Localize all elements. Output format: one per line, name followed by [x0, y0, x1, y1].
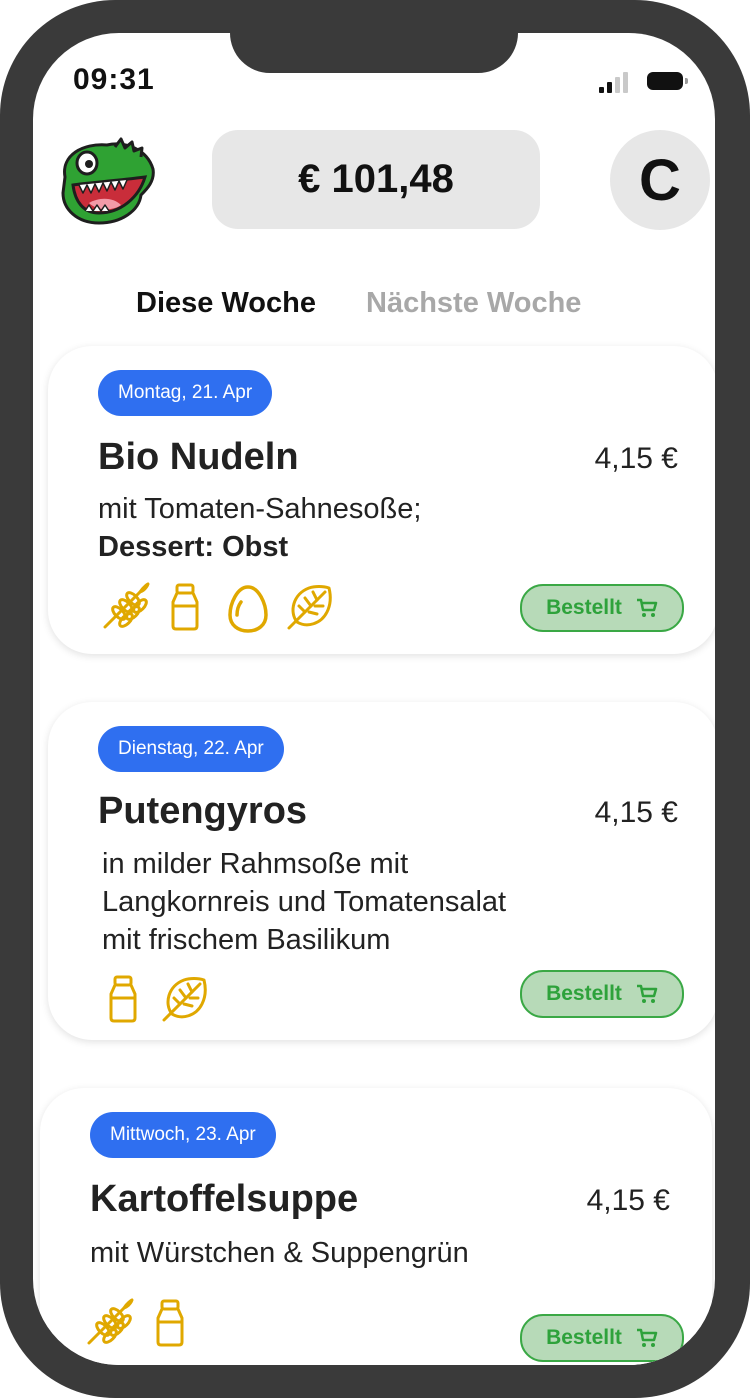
meal-description-line: Langkornreis und Tomatensalat [102, 886, 507, 918]
date-pill: Montag, 21. Apr [98, 370, 273, 416]
meal-price: 4,15 € [594, 796, 678, 829]
phone-mockup: 09:31 € 101,48 C Diese Woche Nächste Woc… [0, 0, 750, 1398]
cellular-signal-icon [599, 71, 629, 93]
meal-price: 4,15 € [594, 442, 678, 475]
cart-icon [636, 1328, 658, 1347]
tab-this-week[interactable]: Diese Woche [136, 287, 316, 320]
meal-price: 4,15 € [586, 1184, 670, 1217]
meal-card-wednesday[interactable]: Mittwoch, 23. Apr Kartoffelsuppe 4,15 € … [40, 1088, 712, 1365]
meal-dessert: Dessert: Obst [98, 531, 289, 563]
meal-card-tuesday[interactable]: Dienstag, 22. Apr Putengyros 4,15 € in m… [48, 702, 715, 1040]
status-time: 09:31 [73, 63, 155, 96]
dinosaur-mascot-logo [61, 137, 155, 225]
meal-title: Putengyros [98, 790, 308, 832]
user-avatar[interactable]: C [610, 130, 710, 230]
ordered-label: Bestellt [546, 982, 622, 1005]
meal-description: mit Würstchen & Suppengrün [90, 1237, 469, 1269]
meal-card-monday[interactable]: Montag, 21. Apr Bio Nudeln 4,15 € mit To… [48, 346, 715, 654]
cart-icon [636, 984, 658, 1003]
leaf-icon [162, 977, 207, 1022]
meal-description: mit Tomaten-Sahnesoße; Dessert: Obst [98, 490, 421, 566]
ordered-button[interactable]: Bestellt [520, 970, 684, 1018]
milk-bottle-icon [109, 975, 137, 1023]
leaf-icon [287, 585, 332, 630]
meal-description-line: in milder Rahmsoße mit [102, 848, 409, 880]
wheat-icon [103, 582, 150, 629]
meal-description-line: mit frischem Basilikum [102, 924, 391, 956]
balance-display[interactable]: € 101,48 [212, 130, 540, 229]
meal-description: in milder Rahmsoße mit Langkornreis und … [102, 845, 506, 959]
ordered-button[interactable]: Bestellt [520, 1314, 684, 1362]
egg-icon [228, 585, 268, 633]
milk-bottle-icon [171, 583, 199, 631]
ordered-label: Bestellt [546, 596, 622, 619]
tab-next-week[interactable]: Nächste Woche [366, 287, 581, 320]
ordered-label: Bestellt [546, 1326, 622, 1349]
milk-bottle-icon [156, 1299, 184, 1347]
battery-icon [647, 72, 688, 90]
ordered-button[interactable]: Bestellt [520, 584, 684, 632]
date-pill: Mittwoch, 23. Apr [90, 1112, 276, 1158]
meal-description-line: mit Tomaten-Sahnesoße; [98, 493, 422, 525]
app-screen: 09:31 € 101,48 C Diese Woche Nächste Woc… [33, 33, 715, 1365]
cart-icon [636, 598, 658, 617]
phone-notch [230, 33, 518, 73]
meal-title: Bio Nudeln [98, 436, 299, 478]
meal-title: Kartoffelsuppe [90, 1178, 359, 1220]
date-pill: Dienstag, 22. Apr [98, 726, 284, 772]
wheat-icon [87, 1298, 134, 1345]
